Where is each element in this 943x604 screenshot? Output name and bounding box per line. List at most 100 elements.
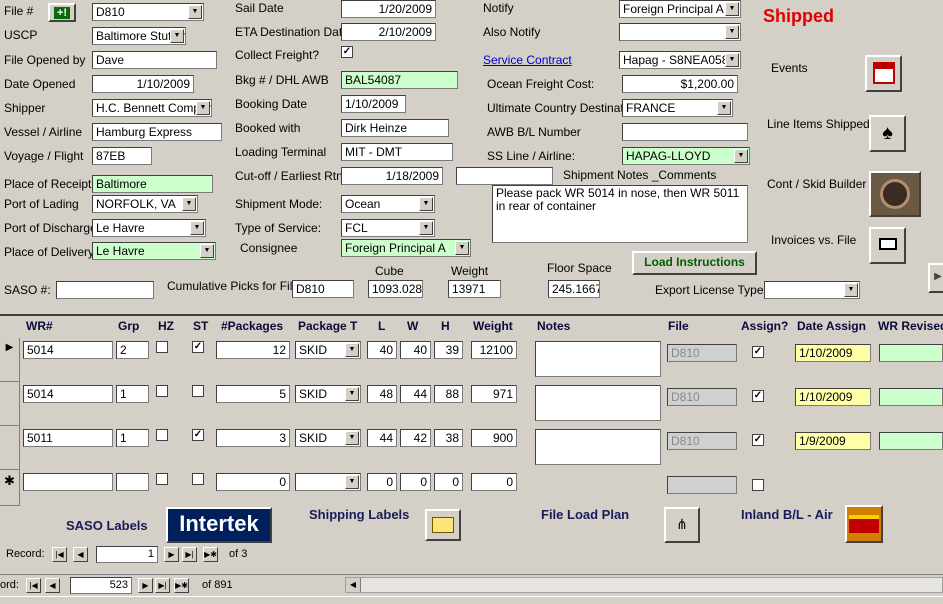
delivery-select[interactable]: Le Havre ▼ <box>92 242 216 260</box>
st-checkbox[interactable]: ✓ <box>192 429 204 441</box>
file-field[interactable]: D810 <box>667 432 737 450</box>
height-field[interactable]: 38 <box>434 429 463 447</box>
export-license-select[interactable]: ▼ <box>764 281 860 299</box>
assign-checkbox[interactable] <box>752 479 764 491</box>
cube-field[interactable]: 1093.028 <box>368 280 423 298</box>
length-field[interactable]: 44 <box>367 429 397 447</box>
hz-checkbox[interactable] <box>156 429 168 441</box>
subform-record-number[interactable]: 1 <box>96 546 158 563</box>
intertek-button[interactable]: Intertek <box>166 507 272 543</box>
file-load-plan-button[interactable]: ⋔ <box>664 507 700 543</box>
terminal-field[interactable]: MIT - DMT <box>341 143 453 161</box>
grp-field[interactable] <box>116 473 149 491</box>
service-contract-select[interactable]: Hapag - S8NEA058 ▼ <box>619 51 741 69</box>
length-field[interactable]: 48 <box>367 385 397 403</box>
width-field[interactable]: 40 <box>400 341 431 359</box>
st-checkbox[interactable] <box>192 473 204 485</box>
assign-checkbox[interactable]: ✓ <box>752 346 764 358</box>
invoices-button[interactable] <box>869 227 906 264</box>
grp-field[interactable]: 1 <box>116 429 149 447</box>
notes-textarea[interactable]: Please pack WR 5014 in nose, then WR 501… <box>492 185 748 243</box>
main-record-number[interactable]: 523 <box>70 577 132 594</box>
next-record-button[interactable]: ▶ <box>164 547 179 562</box>
width-field[interactable]: 0 <box>400 473 431 491</box>
assign-checkbox[interactable]: ✓ <box>752 390 764 402</box>
packages-field[interactable]: 3 <box>216 429 290 447</box>
notes-field[interactable] <box>535 385 661 421</box>
height-field[interactable]: 88 <box>434 385 463 403</box>
wr-revised-field[interactable] <box>879 432 943 450</box>
prev-record-button[interactable]: ◀ <box>73 547 88 562</box>
vessel-field[interactable]: Hamburg Express <box>92 123 222 141</box>
weight-field[interactable]: 12100 <box>471 341 517 359</box>
lading-select[interactable]: NORFOLK, VA ▼ <box>92 195 198 213</box>
new-record-button[interactable]: ▶✱ <box>203 547 218 562</box>
st-checkbox[interactable]: ✓ <box>192 341 204 353</box>
consignee-select[interactable]: Foreign Principal A ▼ <box>341 239 471 257</box>
wr-field[interactable]: 5011 <box>23 429 113 447</box>
package-type-select[interactable]: ▼ <box>295 473 361 491</box>
grp-field[interactable]: 1 <box>116 385 149 403</box>
eta-field[interactable]: 2/10/2009 <box>341 23 436 41</box>
service-contract-link[interactable]: Service Contract <box>483 53 572 67</box>
weight-field[interactable]: 0 <box>471 473 517 491</box>
wr-field[interactable]: 5014 <box>23 385 113 403</box>
file-number-select[interactable]: D810 ▼ <box>92 3 204 21</box>
hz-checkbox[interactable] <box>156 385 168 397</box>
floor-space-field[interactable]: 245.1667 <box>548 280 600 298</box>
weight-field[interactable]: 13971 <box>448 280 501 298</box>
receipt-field[interactable]: Baltimore <box>92 175 213 193</box>
booked-with-field[interactable]: Dirk Heinze <box>341 119 449 137</box>
first-record-button[interactable]: |◀ <box>26 578 41 593</box>
package-type-select[interactable]: SKID ▼ <box>295 341 361 359</box>
cutoff-field[interactable]: 1/18/2009 <box>341 167 443 185</box>
line-items-button[interactable]: ♠ <box>869 115 906 152</box>
st-checkbox[interactable] <box>192 385 204 397</box>
events-button[interactable] <box>865 55 902 92</box>
date-opened-field[interactable]: 1/10/2009 <box>92 75 194 93</box>
new-record-button[interactable]: ▶✱ <box>174 578 189 593</box>
sail-date-field[interactable]: 1/20/2009 <box>341 0 436 18</box>
date-assign-field[interactable]: 1/9/2009 <box>795 432 871 450</box>
new-row-selector[interactable]: ✱ <box>0 470 20 506</box>
date-assign-field[interactable]: 1/10/2009 <box>795 388 871 406</box>
packages-field[interactable]: 12 <box>216 341 290 359</box>
wr-revised-field[interactable] <box>879 344 943 362</box>
opened-by-field[interactable]: Dave <box>92 51 217 69</box>
assign-checkbox[interactable]: ✓ <box>752 434 764 446</box>
load-instructions-button[interactable]: Load Instructions <box>632 251 757 275</box>
add-file-button[interactable]: +! <box>48 3 76 22</box>
package-type-select[interactable]: SKID ▼ <box>295 429 361 447</box>
width-field[interactable]: 44 <box>400 385 431 403</box>
notify-select[interactable]: Foreign Principal A ▼ <box>619 0 741 18</box>
prev-record-button[interactable]: ◀ <box>45 578 60 593</box>
weight-field[interactable]: 900 <box>471 429 517 447</box>
shipment-mode-select[interactable]: Ocean ▼ <box>341 195 435 213</box>
packages-field[interactable]: 0 <box>216 473 290 491</box>
width-field[interactable]: 42 <box>400 429 431 447</box>
ssline-select[interactable]: HAPAG-LLOYD ▼ <box>622 147 750 165</box>
saso-field[interactable] <box>56 281 154 299</box>
discharge-select[interactable]: Le Havre ▼ <box>92 219 206 237</box>
grp-field[interactable]: 2 <box>116 341 149 359</box>
voyage-field[interactable]: 87EB <box>92 147 152 165</box>
collect-freight-checkbox[interactable]: ✓ <box>341 46 353 58</box>
packages-field[interactable]: 5 <box>216 385 290 403</box>
wr-field[interactable]: 5014 <box>23 341 113 359</box>
also-notify-select[interactable]: ▼ <box>619 23 741 41</box>
inland-bl-button[interactable] <box>845 505 883 543</box>
file-field[interactable]: D810 <box>667 388 737 406</box>
wr-field[interactable] <box>23 473 113 491</box>
height-field[interactable]: 39 <box>434 341 463 359</box>
package-type-select[interactable]: SKID ▼ <box>295 385 361 403</box>
horizontal-scrollbar[interactable]: ◀ <box>345 577 943 593</box>
first-record-button[interactable]: |◀ <box>52 547 67 562</box>
hz-checkbox[interactable] <box>156 341 168 353</box>
file-field[interactable]: D810 <box>667 344 737 362</box>
service-type-select[interactable]: FCL ▼ <box>341 219 435 237</box>
freight-cost-field[interactable]: $1,200.00 <box>622 75 738 93</box>
cumulative-picks-field[interactable]: D810 <box>292 280 354 298</box>
next-form-button[interactable]: ▶ <box>928 263 943 293</box>
notes-field[interactable] <box>535 429 661 465</box>
wr-revised-field[interactable] <box>879 388 943 406</box>
